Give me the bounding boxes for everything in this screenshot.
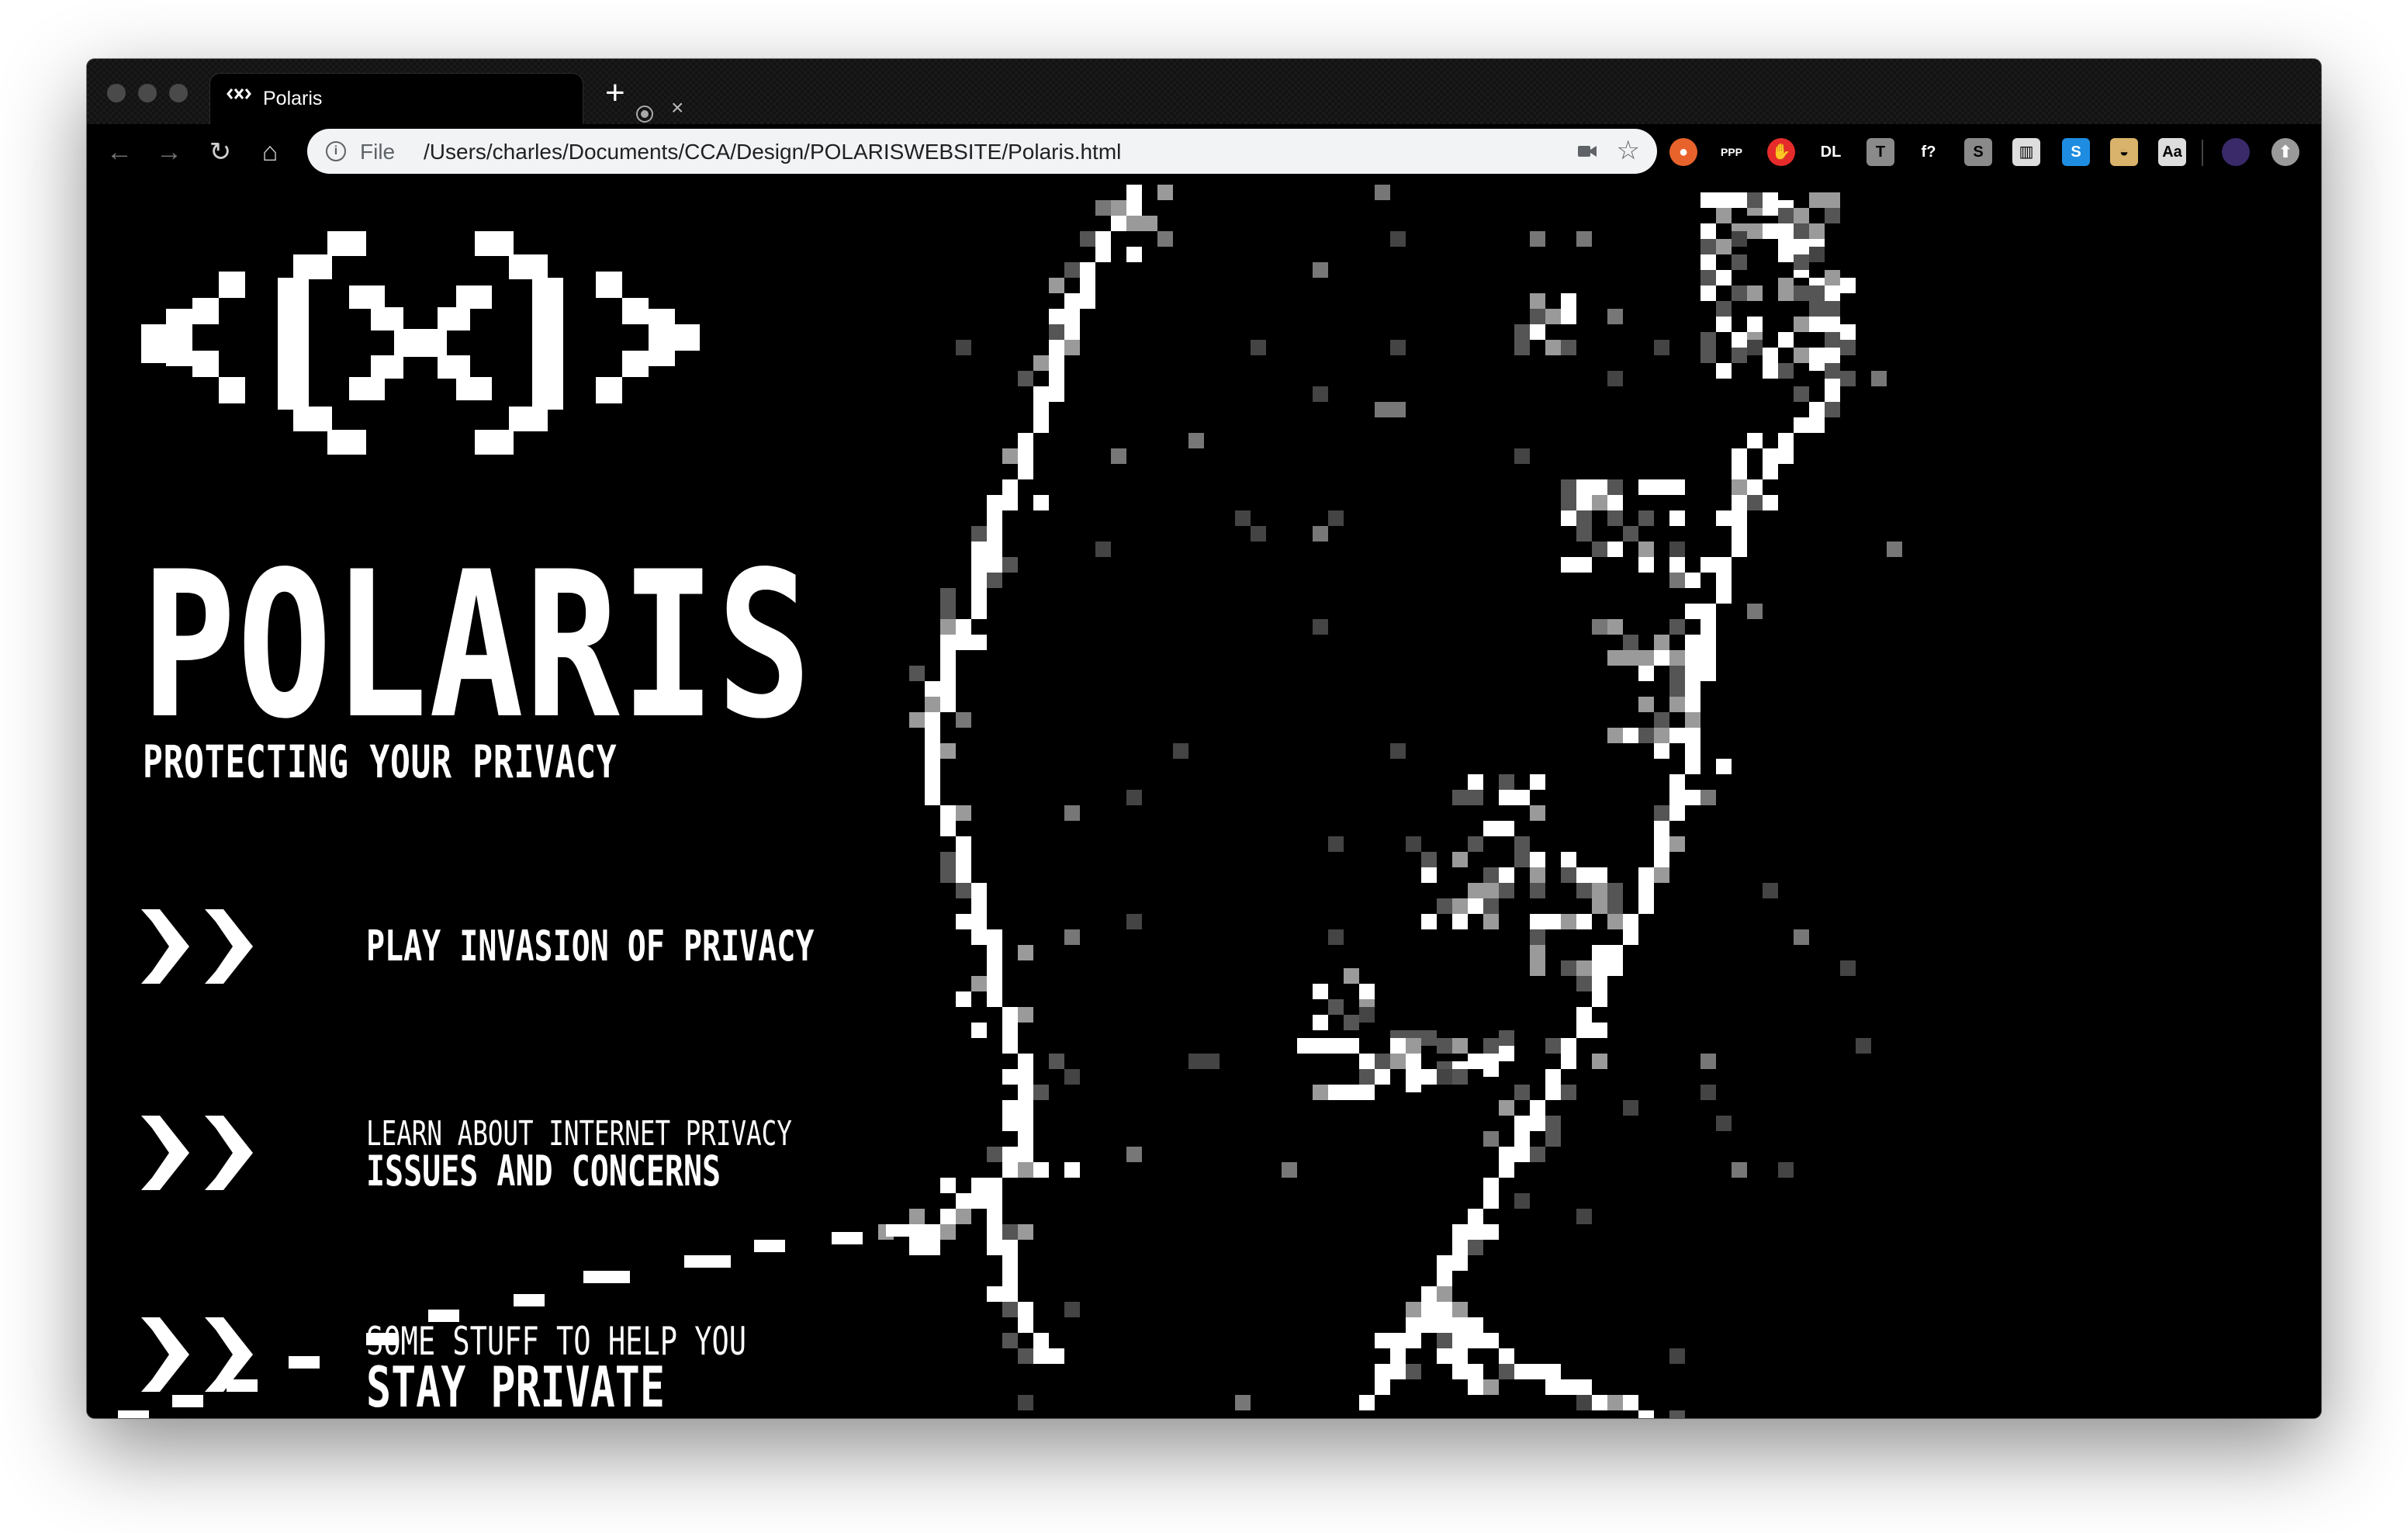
dl-extension-icon[interactable]: DL [1817, 138, 1845, 166]
s-extension-icon[interactable]: S [1964, 138, 1992, 166]
lips-extension-icon[interactable]: ◒ [2110, 138, 2138, 166]
menu-item-play-game[interactable]: PLAY INVASION OF PRIVACY [138, 908, 814, 1016]
back-button[interactable]: ← [102, 135, 137, 169]
bookmark-star-icon[interactable]: ☆ [1617, 135, 1640, 166]
close-tab-icon[interactable]: × [671, 97, 683, 119]
browser-toolbar: ← → ↻ ⌂ i File /Users/charles/Documents/… [87, 124, 2321, 185]
browser-window: Polaris × + ← → ↻ ⌂ i File /Users/charle… [87, 59, 2321, 1418]
menu-item-stay-private[interactable]: SOME STUFF TO HELP YOU STAY PRIVATE [138, 1316, 774, 1418]
ppp-extension-icon[interactable]: PPP [1718, 138, 1745, 166]
brand-name: POLARIS [141, 529, 813, 763]
tab-polaris[interactable]: Polaris × [209, 73, 683, 124]
zoom-window-button[interactable] [169, 84, 188, 102]
title-bar: Polaris × + [87, 59, 2321, 124]
menu-item-learn-privacy[interactable]: LEARN ABOUT INTERNET PRIVACY ISSUES AND … [138, 1114, 792, 1223]
double-chevron-icon [141, 909, 253, 984]
polaris-favicon-icon [226, 86, 252, 112]
url-scheme-label: File [360, 140, 396, 164]
tagline: PROTECTING YOUR PRIVACY [143, 735, 618, 788]
t-extension-icon[interactable]: T [1867, 138, 1894, 166]
new-tab-button[interactable]: + [605, 76, 625, 110]
menu-sublabel: ISSUES AND CONCERNS [366, 1147, 721, 1196]
profile-avatar[interactable] [2222, 138, 2250, 166]
url-text[interactable]: /Users/charles/Documents/CCA/Design/POLA… [424, 140, 1121, 164]
polaris-logo-icon [141, 231, 700, 455]
double-chevron-icon [141, 1317, 253, 1392]
fonts-query-extension-icon[interactable]: f? [1915, 138, 1943, 166]
skype-extension-icon[interactable]: S [2062, 138, 2090, 166]
home-button[interactable]: ⌂ [253, 135, 287, 169]
menu-sublabel: STAY PRIVATE [366, 1355, 665, 1418]
page-viewport: POLARIS PROTECTING YOUR PRIVACY PLAY INV… [87, 185, 2321, 1418]
columns-extension-icon[interactable]: ▥ [2012, 138, 2040, 166]
tab-title: Polaris [263, 88, 323, 109]
duckduckgo-extension-icon[interactable]: ● [1669, 138, 1697, 166]
reload-button[interactable]: ↻ [203, 135, 237, 169]
forward-button[interactable]: → [152, 135, 186, 169]
menu-label: PLAY INVASION OF PRIVACY [366, 922, 815, 971]
address-bar[interactable]: i File /Users/charles/Documents/CCA/Desi… [307, 129, 1657, 174]
double-chevron-icon [141, 1116, 253, 1190]
update-icon[interactable]: ⬆ [2271, 138, 2299, 166]
toolbar-divider [2202, 140, 2203, 166]
minimize-window-button[interactable] [138, 84, 157, 102]
fonts-extension-icon[interactable]: Aa [2158, 138, 2186, 166]
close-window-button[interactable] [107, 84, 126, 102]
camera-icon[interactable] [1578, 144, 1597, 158]
site-info-icon[interactable]: i [326, 141, 346, 161]
adblock-extension-icon[interactable]: ✋ [1767, 138, 1795, 166]
